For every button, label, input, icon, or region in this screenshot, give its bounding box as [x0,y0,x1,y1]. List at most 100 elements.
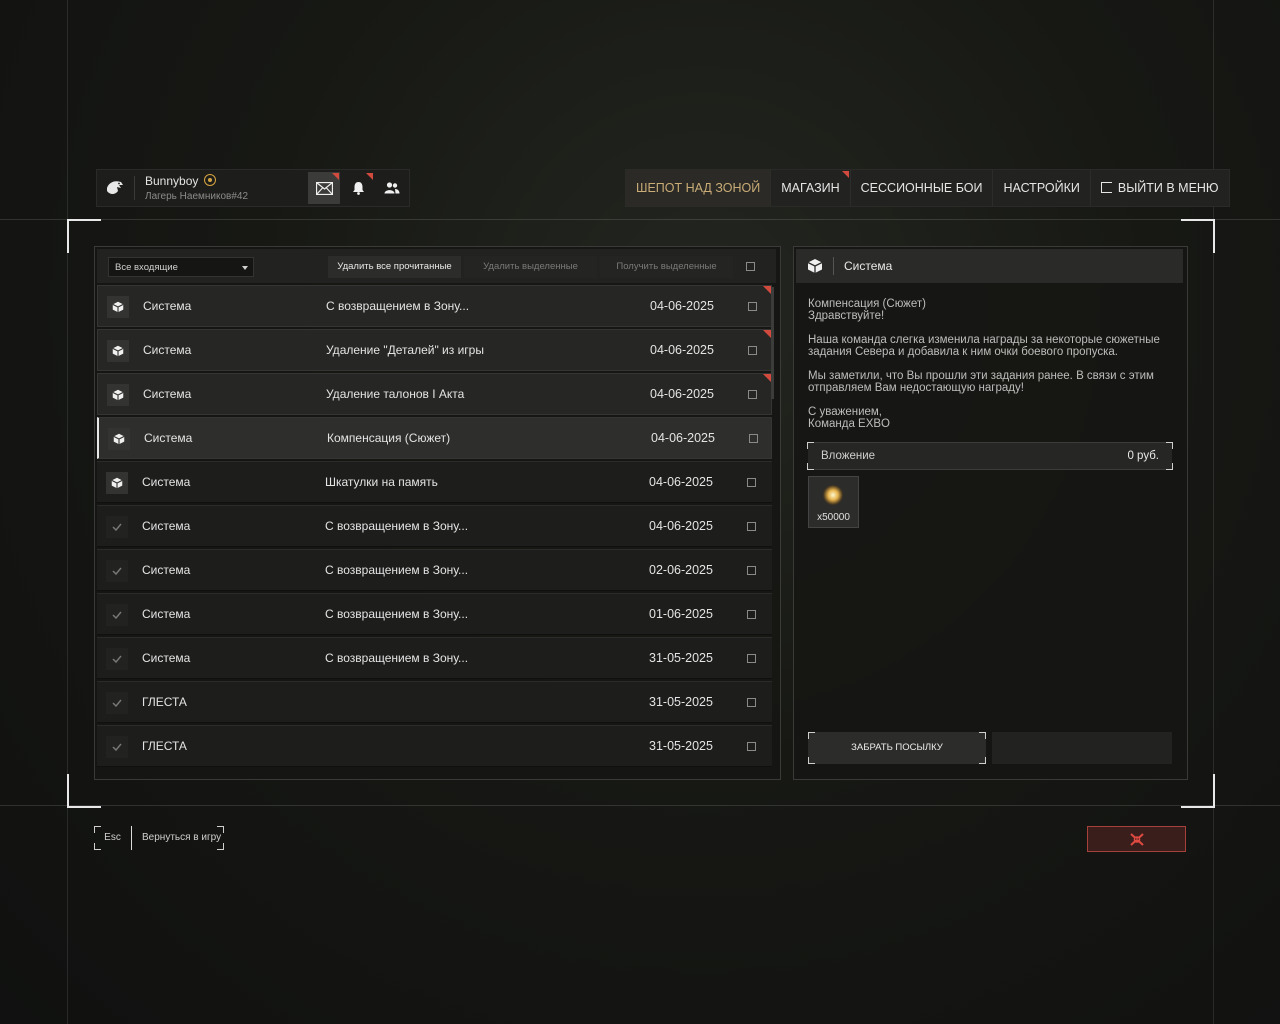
message-subject: С возвращением в Зону... [325,651,469,665]
package-icon [107,296,129,318]
message-date: 31-05-2025 [649,651,713,665]
nav-exit-to-menu[interactable]: ВЫЙТИ В МЕНЮ [1089,170,1229,206]
close-button[interactable] [1087,826,1186,852]
delete-selected-button[interactable]: Удалить выделенные [464,256,597,278]
select-all-checkbox[interactable] [746,262,755,271]
message-row[interactable]: ГЛЕСТА 31-05-2025 [97,725,772,767]
message-checkbox[interactable] [748,302,757,311]
message-list-scrollbar[interactable] [771,287,774,399]
bracket [807,463,814,470]
reward-item-tile[interactable]: x50000 [808,476,859,528]
receive-selected-button[interactable]: Получить выделенные [600,256,733,278]
message-date: 04-06-2025 [650,299,714,313]
message-detail-panel: Система Компенсация (Сюжет) Здравствуйте!… [793,246,1188,780]
message-row[interactable]: Система Шкатулки на память 04-06-2025 [97,461,772,503]
chevron-down-icon [242,266,248,270]
message-text-line: Мы заметили, что Вы прошли эти задания р… [808,370,1154,382]
message-checkbox[interactable] [747,566,756,575]
message-body: Компенсация (Сюжет) Здравствуйте! Наша ко… [808,298,1178,442]
user-subtitle: Лагерь Наемников#42 [145,191,249,202]
message-detail-header: Система [796,249,1183,283]
message-subject: С возвращением в Зону... [326,299,470,313]
frame-line-bottom [0,805,1280,806]
package-icon [107,340,129,362]
message-row[interactable]: Система Удаление "Деталей" из игры 04-06-2… [97,329,772,371]
unread-marker [763,374,771,382]
delete-read-button[interactable]: Удалить все прочитанные [328,256,461,278]
exit-icon [1100,182,1112,193]
message-date: 02-06-2025 [649,563,713,577]
profile-bar: Bunnyboy Лагерь Наемников#42 [96,169,410,207]
inbox-filter-value: Все входящие [115,262,178,273]
claim-button-spacer [992,732,1172,764]
bracket [1166,442,1173,449]
divider [833,257,834,275]
message-checkbox[interactable] [747,478,756,487]
divider [131,826,132,850]
friends-button[interactable] [376,172,408,204]
unread-marker [763,330,771,338]
inbox-filter-select[interactable]: Все входящие [108,257,254,277]
notification-marker [332,173,339,180]
message-checkbox[interactable] [747,654,756,663]
bracket [808,757,815,764]
divider [134,176,135,200]
notifications-button[interactable] [342,172,374,204]
message-subject: Удаление талонов I Акта [326,387,465,401]
message-date: 04-06-2025 [650,343,714,357]
message-row[interactable]: Система Компенсация (Сюжет) 04-06-2025 [97,417,772,459]
message-row[interactable]: Система С возвращением в Зону... 02-06-202… [97,549,772,591]
check-icon [106,648,128,670]
message-row[interactable]: Система С возвращением в Зону... 01-06-202… [97,593,772,635]
message-checkbox[interactable] [748,390,757,399]
message-checkbox[interactable] [747,522,756,531]
nav-settings[interactable]: НАСТРОЙКИ [992,170,1090,206]
mail-button[interactable] [308,172,340,204]
check-icon [106,604,128,626]
nav-shop-label: МАГАЗИН [781,181,840,195]
message-row[interactable]: Система Удаление талонов I Акта 04-06-2025 [97,373,772,415]
inbox-panel: Все входящие Удалить все прочитанные Уда… [94,246,781,780]
message-signature: Команда EXBO [808,418,891,430]
message-row[interactable]: Система С возвращением в Зону... 31-05-202… [97,637,772,679]
message-greeting: Здравствуйте! [808,310,885,322]
username: Bunnyboy [145,174,217,188]
claim-package-label: ЗАБРАТЬ ПОСЫЛКУ [851,742,943,753]
message-subject: С возвращением в Зону... [325,519,469,533]
check-icon [106,692,128,714]
message-checkbox[interactable] [747,742,756,751]
message-date: 04-06-2025 [649,475,713,489]
back-to-game-label: Вернуться в игру [142,832,222,843]
message-sender: ГЛЕСТА [142,739,187,753]
claim-package-button[interactable]: ЗАБРАТЬ ПОСЫЛКУ [808,732,986,764]
message-sender: Система [143,343,192,357]
message-sender: Система [142,651,191,665]
nav-whisper-over-zone[interactable]: ШЕПОТ НАД ЗОНОЙ [626,170,771,206]
message-text-line: отправляем Вам недостающую награду! [808,382,1024,394]
bracket [979,732,986,739]
message-checkbox[interactable] [747,698,756,707]
message-row[interactable]: ГЛЕСТА 31-05-2025 [97,681,772,723]
nav-exit-label: ВЫЙТИ В МЕНЮ [1117,181,1219,195]
faction-logo-icon [101,174,129,202]
frame-line-left [67,0,68,1024]
friends-icon [384,182,400,194]
attachment-bar: Вложение 0 руб. [807,442,1173,470]
notification-marker [841,171,849,178]
message-subject: С возвращением в Зону... [325,607,469,621]
nav-shop[interactable]: МАГАЗИН [770,170,850,206]
message-sender: Система [144,431,193,445]
back-to-game-button[interactable]: Esc Вернуться в игру [94,826,224,850]
message-checkbox[interactable] [749,434,758,443]
frame-line-top [0,219,1280,220]
message-sender: Система [143,387,192,401]
message-subject: С возвращением в Зону... [325,563,469,577]
nav-session-battles[interactable]: СЕССИОННЫЕ БОИ [849,170,993,206]
message-sender: Система [142,607,191,621]
message-row[interactable]: Система С возвращением в Зону... 04-06-202… [97,505,772,547]
message-sender: ГЛЕСТА [142,695,187,709]
message-row[interactable]: Система С возвращением в Зону... 04-06-202… [97,285,772,327]
message-sender: Система [142,475,191,489]
message-checkbox[interactable] [747,610,756,619]
message-checkbox[interactable] [748,346,757,355]
